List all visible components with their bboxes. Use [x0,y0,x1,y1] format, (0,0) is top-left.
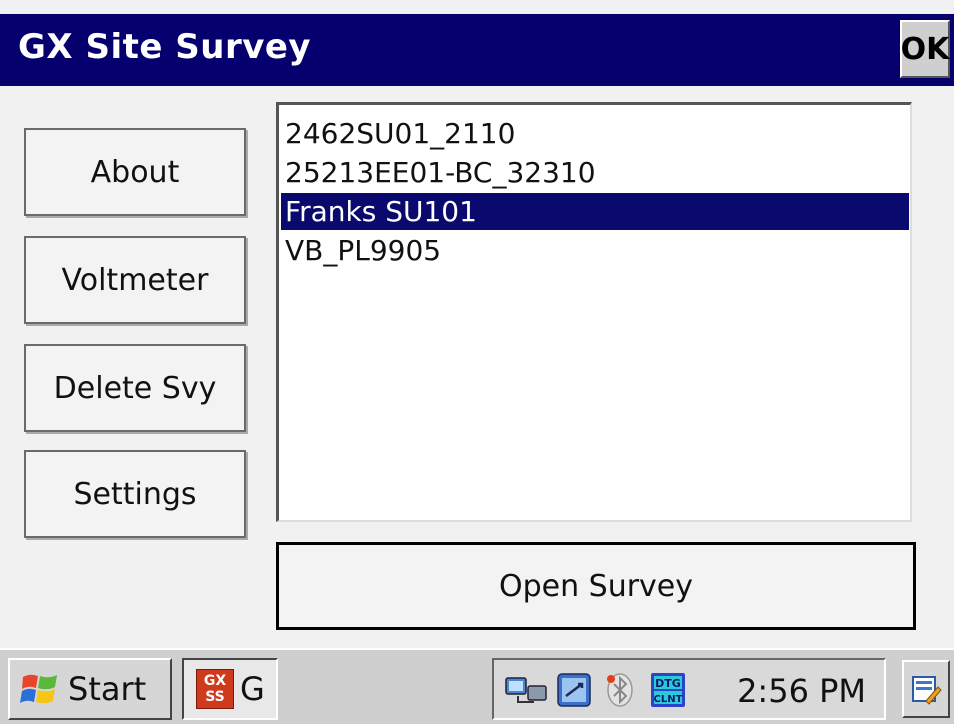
delete-survey-button[interactable]: Delete Svy [24,344,246,432]
bluetooth-icon[interactable] [602,672,638,708]
gx-site-survey-app-icon: GX SS [196,669,234,709]
svg-text:DTG: DTG [655,677,681,690]
clock[interactable]: 2:56 PM [737,672,866,710]
list-item-selected[interactable]: Franks SU101 [281,193,909,230]
show-desktop-button[interactable] [902,660,950,718]
ok-button[interactable]: OK [900,20,950,78]
title-bar: GX Site Survey OK [0,14,954,86]
app-icon-text-top: GX [203,673,227,689]
list-item[interactable]: VB_PL9905 [281,232,909,269]
list-item[interactable]: 25213EE01-BC_32310 [281,154,909,191]
about-button[interactable]: About [24,128,246,216]
survey-list[interactable]: 2462SU01_2110 25213EE01-BC_32310 Franks … [276,102,912,522]
taskbar-app-label: G [240,670,265,708]
screen: GX Site Survey OK About Voltmeter Delete… [0,0,954,724]
settings-button[interactable]: Settings [24,450,246,538]
open-survey-button[interactable]: Open Survey [276,542,916,630]
network-icon[interactable] [504,672,548,708]
window-title: GX Site Survey [18,27,312,67]
list-item[interactable]: 2462SU01_2110 [281,115,909,152]
system-tray: DTG CLNT 2:56 PM [492,658,886,720]
start-button[interactable]: Start [8,658,172,720]
taskbar-app-gx-site-survey[interactable]: GX SS G [182,658,278,720]
taskbar: Start GX SS G DTG CLNT 2:56 PM [0,648,954,724]
app-icon-text-bottom: SS [205,689,225,705]
svg-text:CLNT: CLNT [654,694,683,705]
start-label: Start [68,670,147,708]
windows-flag-icon [20,674,57,704]
voltmeter-button[interactable]: Voltmeter [24,236,246,324]
show-desktop-icon [912,676,942,705]
sync-icon[interactable] [556,672,592,708]
dtg-client-icon[interactable]: DTG CLNT [650,672,686,708]
